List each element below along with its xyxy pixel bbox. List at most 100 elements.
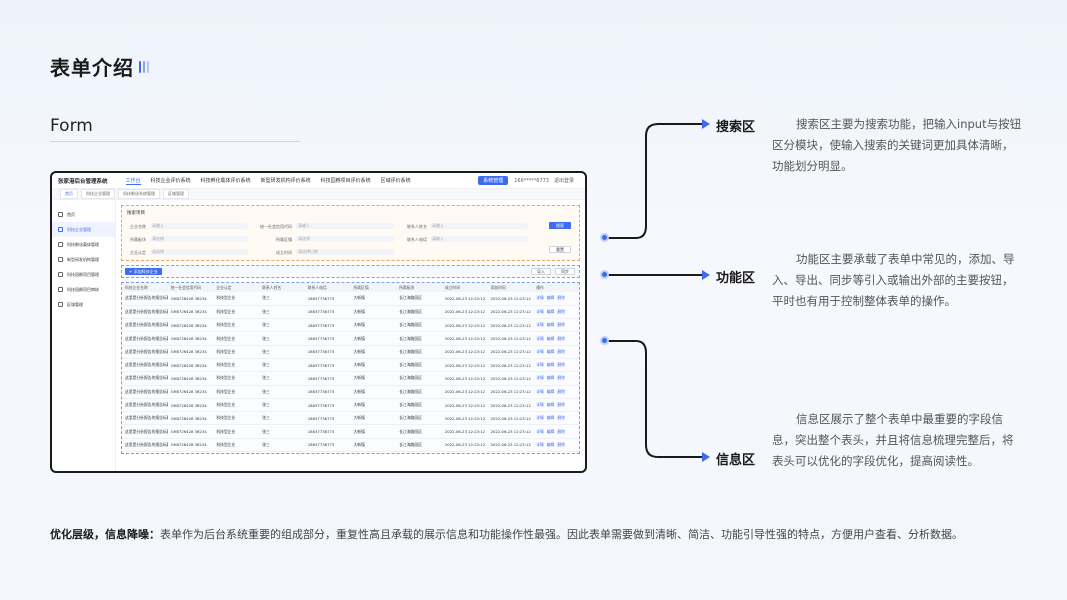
table-row[interactable]: 这里是分析报告的报告标题...GH8726428 36234科技型企业张三186…: [122, 292, 579, 306]
delete-link[interactable]: 删除: [557, 389, 565, 394]
reset-button[interactable]: 重置: [549, 246, 571, 253]
table-cell: 长江海路园区: [396, 424, 442, 439]
nav-item[interactable]: 科技园孵项目评价系统: [321, 177, 371, 184]
table-row[interactable]: 这里是分析报告的报告标题...GH8726428 36234科技型企业张三186…: [122, 438, 579, 453]
detail-link[interactable]: 详情: [536, 442, 544, 447]
table-cell: 科技型企业: [213, 292, 260, 306]
detail-link[interactable]: 详情: [536, 375, 544, 380]
sidebar-item-rnd[interactable]: 新型研发机构管理: [52, 252, 115, 267]
summary-note-heading: 优化层级，信息降噪：: [50, 528, 160, 541]
detail-link[interactable]: 详情: [536, 402, 544, 407]
detail-link[interactable]: 详情: [536, 415, 544, 420]
table-cell: 科技型企业: [213, 358, 260, 373]
nav-item[interactable]: 科技企业评价系统: [151, 177, 191, 184]
edit-link[interactable]: 编辑: [547, 402, 555, 407]
edit-link[interactable]: 编辑: [547, 295, 555, 300]
table-cell: 2022-06-23 12:23:12: [487, 438, 534, 453]
logout-link[interactable]: 退出登录: [554, 177, 574, 184]
table-cell: 18637736773: [304, 331, 351, 346]
table-row[interactable]: 这里是分析报告的报告标题...GH8726428 36234科技型企业张三186…: [122, 331, 579, 346]
detail-link[interactable]: 详情: [536, 429, 544, 434]
edit-link[interactable]: 编辑: [547, 362, 555, 367]
edit-link[interactable]: 编辑: [547, 322, 555, 327]
nav-item[interactable]: 科技孵化载体评价系统: [201, 177, 251, 184]
tab-region[interactable]: 区域管理: [163, 189, 189, 199]
table-cell: 18637736773: [304, 438, 351, 453]
contact-name-input[interactable]: 请输入: [430, 223, 528, 229]
delete-link[interactable]: 删除: [557, 415, 565, 420]
edit-link[interactable]: 编辑: [547, 336, 555, 341]
delete-link[interactable]: 删除: [557, 442, 565, 447]
table-cell: 大新镇: [350, 385, 397, 399]
tab-incubator[interactable]: 科技孵化系统管理: [118, 189, 160, 199]
detail-link[interactable]: 详情: [536, 322, 544, 327]
detail-link[interactable]: 详情: [536, 362, 544, 367]
table-cell: 科技型企业: [213, 398, 260, 413]
user-phone: 166*****6773: [514, 177, 549, 184]
detail-link[interactable]: 详情: [536, 309, 544, 314]
company-name-input[interactable]: 请输入: [150, 223, 248, 229]
table-row[interactable]: 这里是分析报告的报告标题...GH8726428 36234科技型企业张三186…: [122, 318, 579, 333]
tab-home[interactable]: 首页: [60, 189, 78, 199]
edit-link[interactable]: 编辑: [547, 375, 555, 380]
contact-phone-input[interactable]: 请输入: [430, 236, 528, 242]
sidebar-item-review[interactable]: 科技园孵项目审核: [52, 282, 115, 297]
table-header-cell: 科技企业名称: [122, 283, 168, 292]
nav-item[interactable]: 新型研发机构评价系统: [261, 177, 311, 184]
table-row[interactable]: 这里是分析报告的报告标题...GH8726428 36234科技型企业张三186…: [122, 305, 579, 320]
info-connector-dot: [600, 336, 609, 345]
sidebar-item-projects[interactable]: 科技园孵项目管理: [52, 267, 115, 282]
table-row[interactable]: 这里是分析报告的报告标题...GH8726428 36234科技型企业张三186…: [122, 371, 579, 386]
delete-link[interactable]: 删除: [557, 429, 565, 434]
edit-link[interactable]: 编辑: [547, 415, 555, 420]
delete-link[interactable]: 删除: [557, 309, 565, 314]
add-enterprise-button[interactable]: + 添加科技企业: [125, 268, 162, 275]
table-cell: 大新镇: [350, 318, 397, 333]
table-row[interactable]: 这里是分析报告的报告标题...GH8726428 36234科技型企业张三186…: [122, 358, 579, 373]
sidebar-item-home[interactable]: 首页: [52, 207, 115, 222]
table-cell: 2022-06-23 12:23:12: [487, 345, 534, 359]
sync-button[interactable]: 同步: [555, 268, 575, 275]
delete-link[interactable]: 删除: [557, 375, 565, 380]
detail-link[interactable]: 详情: [536, 295, 544, 300]
table-ops-cell: 详情编辑删除: [533, 292, 579, 306]
delete-link[interactable]: 删除: [557, 336, 565, 341]
delete-link[interactable]: 删除: [557, 402, 565, 407]
table-row[interactable]: 这里是分析报告的报告标题...GH8726428 36234科技型企业张三186…: [122, 411, 579, 426]
delete-link[interactable]: 删除: [557, 349, 565, 354]
founded-date-picker[interactable]: 请选择日期: [296, 249, 394, 255]
import-button[interactable]: 导入: [531, 268, 551, 275]
edit-link[interactable]: 编辑: [547, 389, 555, 394]
certification-select[interactable]: 请选择: [150, 249, 248, 255]
table-row[interactable]: 这里是分析报告的报告标题...GH8726428 36234科技型企业张三186…: [122, 398, 579, 413]
sector-select[interactable]: 请选择: [150, 236, 248, 242]
table-row[interactable]: 这里是分析报告的报告标题...GH8726428 36234科技型企业张三186…: [122, 451, 579, 453]
town-select[interactable]: 请选择: [296, 236, 394, 242]
table-row[interactable]: 这里是分析报告的报告标题...GH8726428 36234科技型企业张三186…: [122, 345, 579, 359]
table-row[interactable]: 这里是分析报告的报告标题...GH8726428 36234科技型企业张三186…: [122, 424, 579, 439]
detail-link[interactable]: 详情: [536, 389, 544, 394]
credit-code-input[interactable]: 请输入: [296, 223, 394, 229]
delete-link[interactable]: 删除: [557, 362, 565, 367]
edit-link[interactable]: 编辑: [547, 429, 555, 434]
sidebar-item-region[interactable]: 区域管理: [52, 297, 115, 312]
table-cell: 张三: [259, 451, 305, 453]
sidebar-item-enterprise[interactable]: 科技企业管理: [52, 222, 115, 237]
nav-item[interactable]: 区域评价系统: [381, 177, 411, 184]
table-cell: GH8726428 36234: [167, 318, 214, 333]
edit-link[interactable]: 编辑: [547, 349, 555, 354]
edit-link[interactable]: 编辑: [547, 442, 555, 447]
table-cell: 这里是分析报告的报告标题...: [122, 398, 168, 413]
detail-link[interactable]: 详情: [536, 336, 544, 341]
delete-link[interactable]: 删除: [557, 322, 565, 327]
table-row[interactable]: 这里是分析报告的报告标题...GH8726428 36234科技型企业张三186…: [122, 385, 579, 399]
search-button[interactable]: 搜索: [549, 222, 571, 229]
tab-enterprise[interactable]: 科技企业管理: [81, 189, 115, 199]
table-cell: 2022-06-23 12:23:12: [441, 318, 488, 333]
delete-link[interactable]: 删除: [557, 295, 565, 300]
edit-link[interactable]: 编辑: [547, 309, 555, 314]
sidebar-item-incubator[interactable]: 科技孵化载体管理: [52, 237, 115, 252]
system-management-button[interactable]: 系统管理: [478, 176, 509, 185]
detail-link[interactable]: 详情: [536, 349, 544, 354]
nav-item[interactable]: 工作台: [125, 177, 141, 185]
